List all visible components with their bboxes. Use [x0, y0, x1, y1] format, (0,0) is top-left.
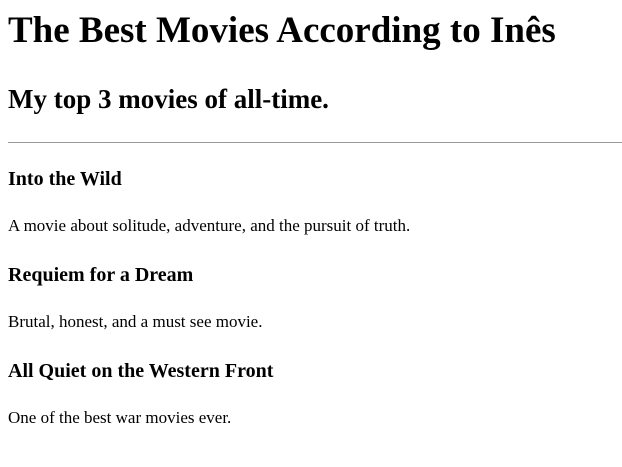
- movie-title: All Quiet on the Western Front: [8, 360, 274, 382]
- movie-description: A movie about solitude, adventure, and t…: [8, 216, 411, 235]
- movie-item: Into the Wild A movie about solitude, ad…: [8, 167, 614, 236]
- divider: [8, 142, 622, 143]
- movie-title: Requiem for a Dream: [8, 264, 194, 286]
- page-content: The Best Movies According to Inês My top…: [0, 9, 622, 428]
- movie-item: All Quiet on the Western Front One of th…: [8, 359, 614, 428]
- movie-description: One of the best war movies ever.: [8, 408, 232, 427]
- movie-description: Brutal, honest, and a must see movie.: [8, 312, 263, 331]
- page-subtitle: My top 3 movies of all-time.: [8, 84, 329, 114]
- page-title: The Best Movies According to Inês: [8, 10, 556, 51]
- movie-item: Requiem for a Dream Brutal, honest, and …: [8, 263, 614, 332]
- movie-title: Into the Wild: [8, 168, 122, 190]
